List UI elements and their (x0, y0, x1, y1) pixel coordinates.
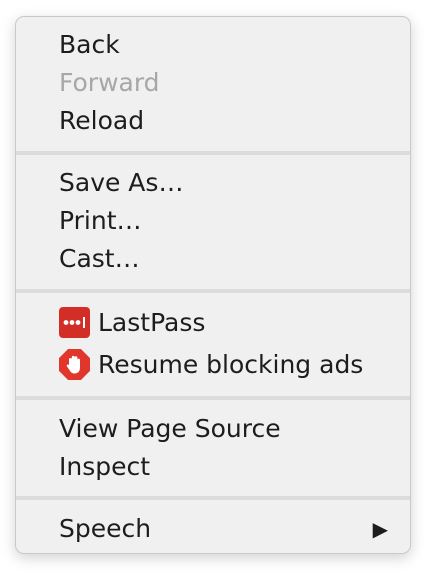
lastpass-icon (59, 307, 90, 338)
menu-separator (16, 151, 410, 155)
menu-item-label: Cast… (59, 244, 140, 273)
menu-item-reload[interactable]: Reload (59, 104, 388, 138)
menu-item-cast[interactable]: Cast… (59, 242, 388, 276)
menu-item-label: Print… (59, 206, 142, 235)
menu-item-save-as[interactable]: Save As… (59, 166, 388, 200)
menu-item-view-page-source[interactable]: View Page Source (59, 412, 388, 446)
menu-item-inspect[interactable]: Inspect (59, 450, 388, 484)
menu-item-label: LastPass (98, 308, 206, 337)
menu-separator (16, 496, 410, 500)
adblock-hand-icon (59, 349, 90, 380)
menu-separator (16, 289, 410, 293)
menu-item-label: Save As… (59, 168, 184, 197)
menu-item-resume-blocking-ads[interactable]: Resume blocking ads (59, 348, 388, 382)
menu-item-label: Back (59, 30, 120, 59)
menu-item-forward: Forward (59, 66, 388, 100)
context-menu: Back Forward Reload Save As… Print… Cast… (15, 16, 411, 554)
menu-item-label: Inspect (59, 452, 151, 481)
submenu-arrow-icon: ▶ (372, 517, 388, 541)
menu-item-label: Speech (59, 514, 152, 543)
menu-item-label: Reload (59, 106, 145, 135)
menu-item-print[interactable]: Print… (59, 204, 388, 238)
menu-item-lastpass[interactable]: LastPass (59, 306, 388, 340)
menu-separator (16, 396, 410, 400)
menu-item-label: Resume blocking ads (98, 350, 364, 379)
menu-item-label: Forward (59, 68, 160, 97)
menu-item-back[interactable]: Back (59, 28, 388, 62)
menu-item-speech[interactable]: Speech ▶ (59, 512, 388, 546)
menu-item-label: View Page Source (59, 414, 281, 443)
